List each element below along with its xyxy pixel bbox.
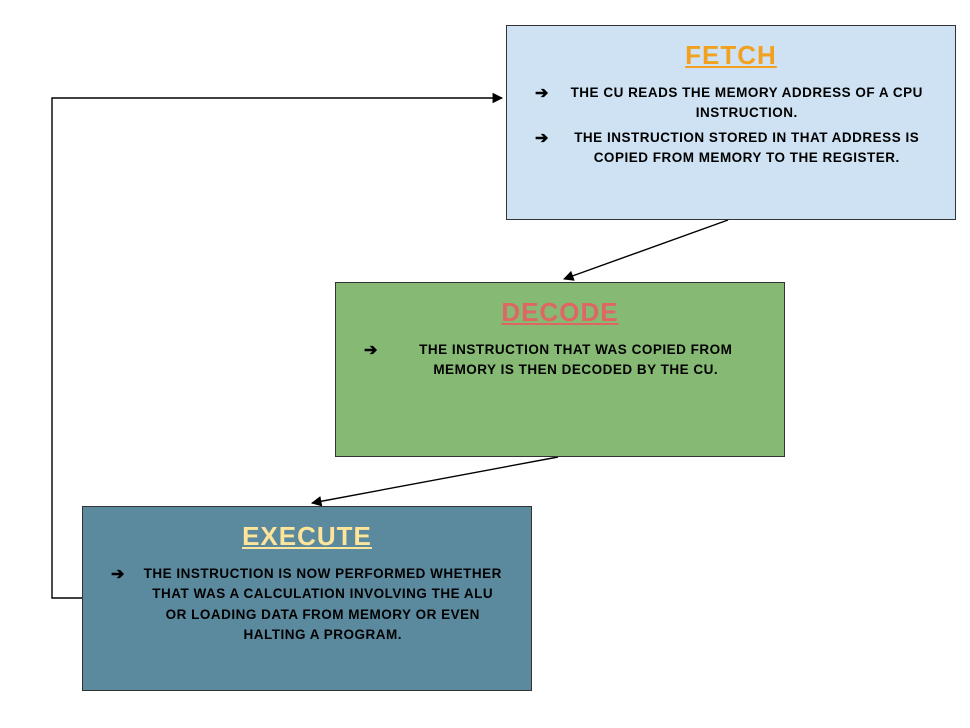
fetch-bullet-2: ➔ The instruction stored in that address… (535, 128, 927, 169)
decode-bullets: ➔ The instruction that was copied from m… (336, 340, 784, 397)
decode-bullet-1-text: The instruction that was copied from mem… (395, 340, 756, 381)
execute-box: Execute ➔ The instruction is now perform… (82, 506, 532, 691)
arrow-icon: ➔ (535, 128, 548, 150)
decode-title: Decode (336, 297, 784, 328)
fetch-bullet-1-text: The CU reads the memory address of a CPU… (566, 83, 927, 124)
execute-bullet-1: ➔ The instruction is now performed wheth… (111, 564, 503, 645)
fetch-bullets: ➔ The CU reads the memory address of a C… (507, 83, 955, 184)
arrow-icon: ➔ (111, 564, 124, 586)
arrow-icon: ➔ (364, 340, 377, 362)
fetch-bullet-1: ➔ The CU reads the memory address of a C… (535, 83, 927, 124)
arrow-icon: ➔ (535, 83, 548, 105)
fetch-bullet-2-text: The instruction stored in that address i… (566, 128, 927, 169)
execute-bullet-1-text: The instruction is now performed whether… (142, 564, 503, 645)
execute-title: Execute (83, 521, 531, 552)
fetch-box: Fetch ➔ The CU reads the memory address … (506, 25, 956, 220)
execute-bullets: ➔ The instruction is now performed wheth… (83, 564, 531, 661)
decode-box: Decode ➔ The instruction that was copied… (335, 282, 785, 457)
fetch-title: Fetch (507, 40, 955, 71)
decode-bullet-1: ➔ The instruction that was copied from m… (364, 340, 756, 381)
